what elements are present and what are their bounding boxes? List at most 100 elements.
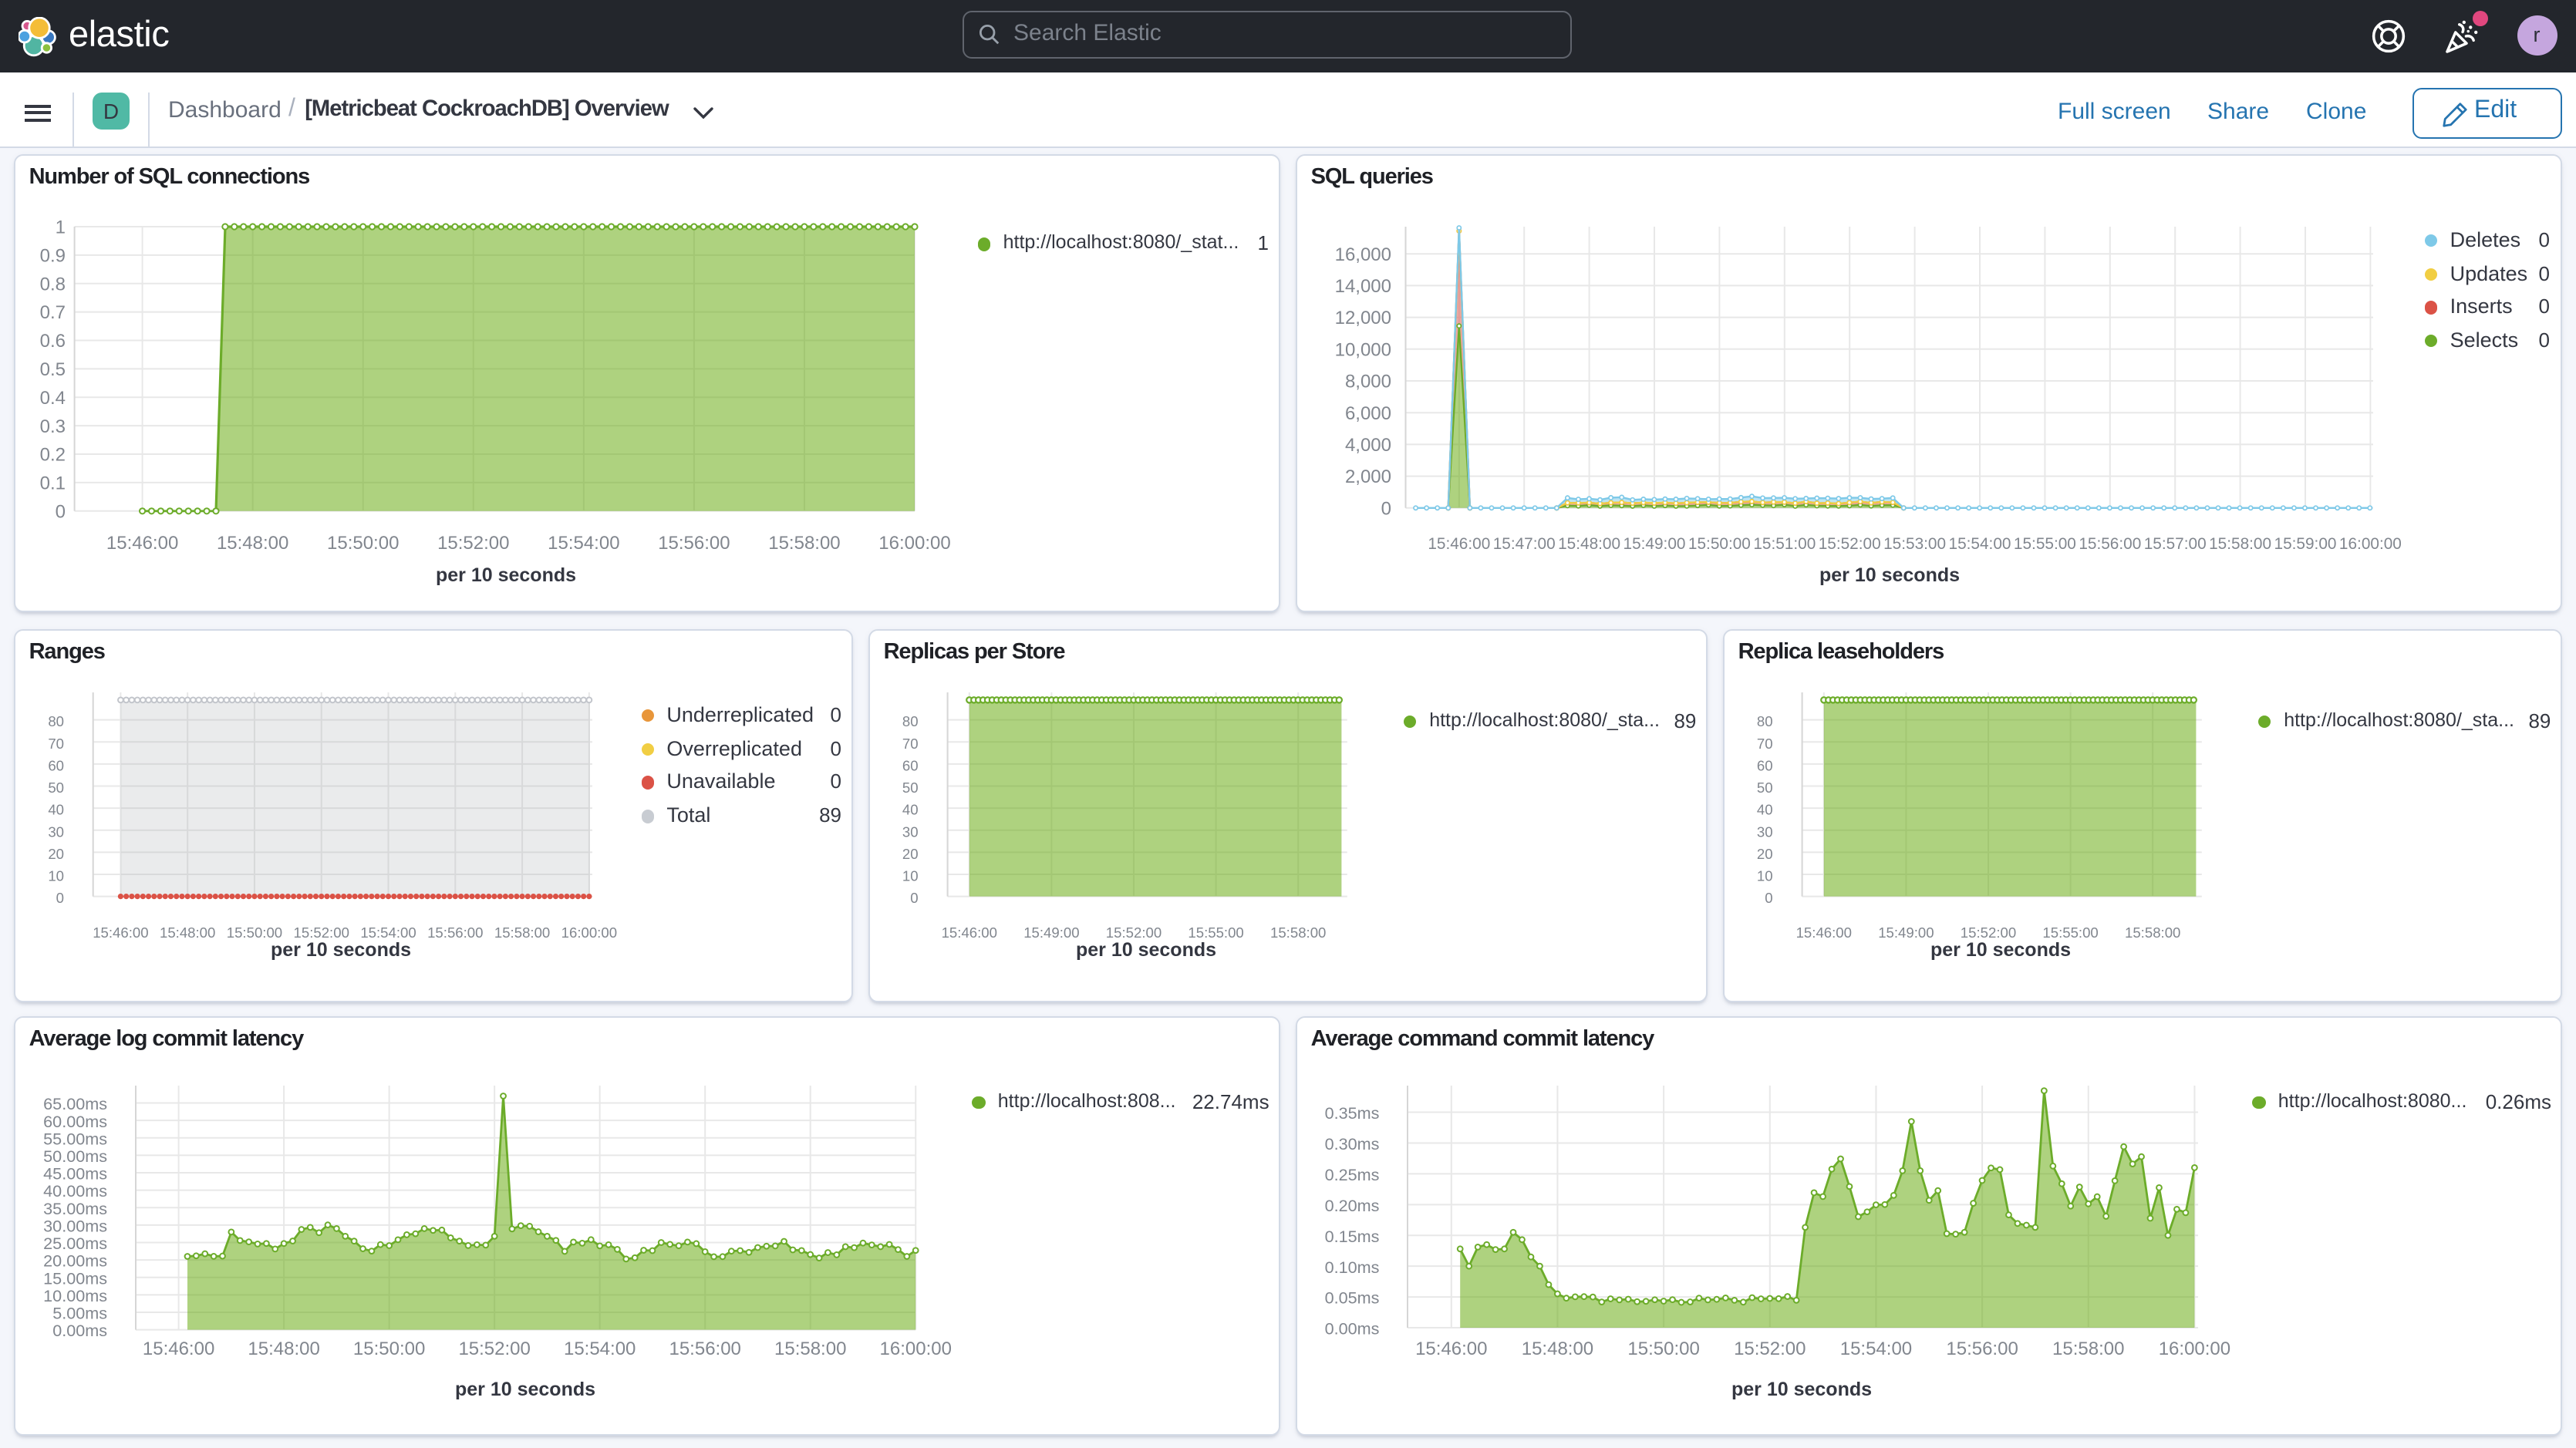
svg-text:per 10 seconds: per 10 seconds: [1819, 564, 1960, 586]
svg-text:15:48:00: 15:48:00: [217, 533, 288, 554]
svg-text:15:50:00: 15:50:00: [327, 533, 399, 554]
svg-text:8,000: 8,000: [1345, 372, 1391, 392]
svg-text:15:54:00: 15:54:00: [1949, 535, 2011, 553]
svg-text:15:50:00: 15:50:00: [353, 1339, 425, 1359]
svg-text:30: 30: [1757, 823, 1773, 840]
svg-text:30: 30: [902, 823, 919, 840]
svg-text:per 10 seconds: per 10 seconds: [1930, 939, 2071, 961]
svg-text:15:49:00: 15:49:00: [1878, 924, 1934, 941]
svg-text:0.5: 0.5: [40, 359, 66, 380]
svg-text:15:56:00: 15:56:00: [2079, 535, 2141, 553]
svg-text:15:50:00: 15:50:00: [227, 924, 282, 941]
svg-text:20.00ms: 20.00ms: [43, 1251, 107, 1271]
svg-text:15:46:00: 15:46:00: [1415, 1339, 1487, 1359]
svg-text:16:00:00: 16:00:00: [561, 924, 617, 941]
svg-text:15:58:00: 15:58:00: [2125, 924, 2180, 941]
svg-text:15:49:00: 15:49:00: [1023, 924, 1079, 941]
svg-text:15:55:00: 15:55:00: [2014, 535, 2076, 553]
svg-text:16:00:00: 16:00:00: [880, 1339, 952, 1359]
svg-text:0.1: 0.1: [40, 473, 66, 494]
svg-text:4,000: 4,000: [1345, 435, 1391, 456]
svg-text:per 10 seconds: per 10 seconds: [271, 939, 411, 961]
svg-text:0.2: 0.2: [40, 445, 66, 466]
svg-text:70: 70: [902, 736, 919, 752]
svg-text:per 10 seconds: per 10 seconds: [455, 1379, 595, 1400]
svg-text:0: 0: [1381, 498, 1391, 519]
svg-text:45.00ms: 45.00ms: [43, 1164, 107, 1184]
svg-text:15:54:00: 15:54:00: [360, 924, 416, 941]
svg-text:15:46:00: 15:46:00: [93, 924, 148, 941]
svg-text:40: 40: [1757, 802, 1773, 818]
svg-text:0.25ms: 0.25ms: [1325, 1165, 1380, 1184]
svg-text:0.05ms: 0.05ms: [1325, 1288, 1380, 1308]
svg-text:15:51:00: 15:51:00: [1753, 535, 1816, 553]
svg-text:per 10 seconds: per 10 seconds: [1731, 1379, 1872, 1400]
svg-text:15:52:00: 15:52:00: [458, 1339, 530, 1359]
svg-text:15:50:00: 15:50:00: [1688, 535, 1751, 553]
svg-text:20: 20: [48, 846, 64, 862]
svg-text:15:54:00: 15:54:00: [1840, 1339, 1912, 1359]
svg-text:15:48:00: 15:48:00: [1522, 1339, 1593, 1359]
svg-text:15:52:00: 15:52:00: [1961, 924, 2016, 941]
svg-text:60: 60: [1757, 757, 1773, 773]
svg-text:60: 60: [902, 757, 919, 773]
svg-text:15:56:00: 15:56:00: [658, 533, 730, 554]
svg-text:per 10 seconds: per 10 seconds: [436, 564, 576, 586]
svg-text:15:54:00: 15:54:00: [564, 1339, 636, 1359]
svg-text:15:58:00: 15:58:00: [494, 924, 550, 941]
svg-text:5.00ms: 5.00ms: [52, 1304, 107, 1323]
svg-text:30.00ms: 30.00ms: [43, 1216, 107, 1235]
svg-text:0: 0: [910, 890, 918, 906]
svg-text:15:52:00: 15:52:00: [294, 924, 349, 941]
svg-text:15:50:00: 15:50:00: [1627, 1339, 1699, 1359]
svg-text:0.7: 0.7: [40, 302, 66, 323]
svg-text:0.3: 0.3: [40, 416, 66, 437]
svg-text:15:46:00: 15:46:00: [942, 924, 997, 941]
svg-text:15:58:00: 15:58:00: [774, 1339, 846, 1359]
svg-text:70: 70: [1757, 736, 1773, 752]
svg-text:2,000: 2,000: [1345, 466, 1391, 487]
svg-text:15:59:00: 15:59:00: [2274, 535, 2337, 553]
svg-text:10.00ms: 10.00ms: [43, 1286, 107, 1305]
svg-text:10: 10: [1757, 868, 1773, 884]
svg-text:0.00ms: 0.00ms: [1325, 1319, 1380, 1339]
svg-text:40: 40: [902, 802, 919, 818]
svg-text:40.00ms: 40.00ms: [43, 1181, 107, 1200]
svg-text:15:56:00: 15:56:00: [1946, 1339, 2018, 1359]
svg-text:0.20ms: 0.20ms: [1325, 1196, 1380, 1215]
svg-text:16:00:00: 16:00:00: [878, 533, 950, 554]
svg-text:25.00ms: 25.00ms: [43, 1234, 107, 1253]
svg-text:10: 10: [48, 868, 64, 884]
svg-text:15:46:00: 15:46:00: [106, 533, 178, 554]
svg-text:16:00:00: 16:00:00: [2159, 1339, 2230, 1359]
svg-text:50: 50: [1757, 780, 1773, 796]
svg-text:15:58:00: 15:58:00: [768, 533, 840, 554]
svg-text:60.00ms: 60.00ms: [43, 1112, 107, 1131]
svg-text:15:58:00: 15:58:00: [1270, 924, 1326, 941]
svg-text:15.00ms: 15.00ms: [43, 1268, 107, 1288]
svg-text:0.30ms: 0.30ms: [1325, 1134, 1380, 1153]
svg-text:50: 50: [902, 780, 919, 796]
svg-text:35.00ms: 35.00ms: [43, 1199, 107, 1218]
svg-text:15:53:00: 15:53:00: [1883, 535, 1946, 553]
svg-text:15:46:00: 15:46:00: [143, 1339, 214, 1359]
svg-text:per 10 seconds: per 10 seconds: [1076, 939, 1216, 961]
svg-text:15:56:00: 15:56:00: [427, 924, 483, 941]
svg-text:15:47:00: 15:47:00: [1493, 535, 1556, 553]
svg-text:0.8: 0.8: [40, 274, 66, 295]
svg-text:0: 0: [56, 890, 64, 906]
svg-text:50.00ms: 50.00ms: [43, 1147, 107, 1166]
svg-text:15:55:00: 15:55:00: [1188, 924, 1243, 941]
svg-text:15:52:00: 15:52:00: [437, 533, 509, 554]
svg-text:0.00ms: 0.00ms: [52, 1321, 107, 1340]
svg-text:0.4: 0.4: [40, 388, 66, 409]
svg-text:15:54:00: 15:54:00: [548, 533, 619, 554]
svg-text:15:52:00: 15:52:00: [1734, 1339, 1806, 1359]
svg-text:15:48:00: 15:48:00: [248, 1339, 319, 1359]
svg-text:15:46:00: 15:46:00: [1796, 924, 1852, 941]
svg-text:16:00:00: 16:00:00: [2339, 535, 2402, 553]
svg-text:0: 0: [1765, 890, 1772, 906]
svg-text:15:46:00: 15:46:00: [1428, 535, 1490, 553]
svg-text:6,000: 6,000: [1345, 403, 1391, 424]
svg-text:15:57:00: 15:57:00: [2144, 535, 2207, 553]
